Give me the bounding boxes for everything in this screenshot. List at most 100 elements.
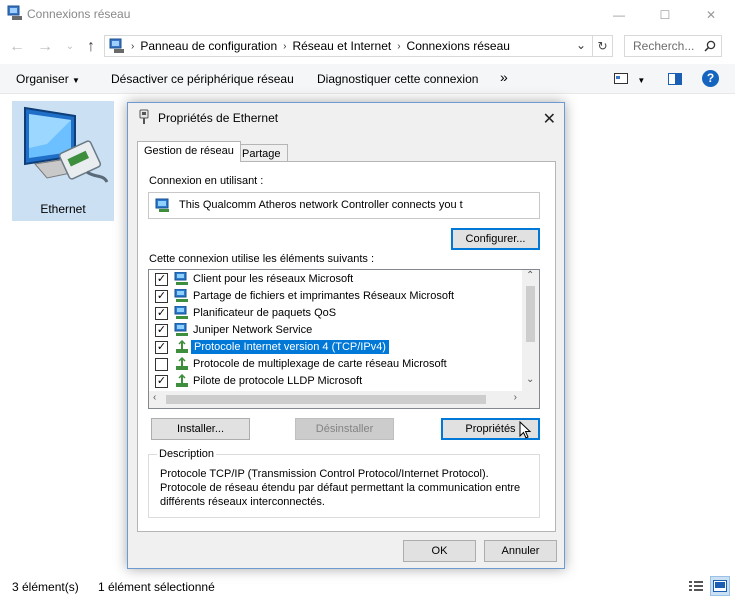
checkbox[interactable]: ✓	[155, 324, 168, 337]
change-view-button[interactable]: ▼	[614, 73, 645, 88]
close-window-button[interactable]: ✕	[688, 0, 734, 30]
back-arrow-icon[interactable]: ←	[9, 39, 25, 55]
help-button[interactable]: ?	[702, 70, 719, 87]
checkbox[interactable]	[155, 358, 168, 371]
network-adapter-icon	[155, 198, 169, 212]
minimize-icon: —	[613, 8, 625, 22]
breadcrumb-separator-icon: ›	[397, 40, 401, 52]
list-item-label: Partage de fichiers et imprimantes Résea…	[193, 290, 455, 302]
components-list[interactable]: ✓ Client pour les réseaux Microsoft ✓ Pa…	[148, 269, 540, 409]
protocol-icon	[176, 374, 188, 387]
scroll-down-icon[interactable]: ⌄	[526, 374, 534, 385]
description-text: Protocole TCP/IP (Transmission Control P…	[160, 468, 521, 508]
ethernet-adapter-icon	[24, 106, 109, 183]
scroll-right-icon[interactable]: ›	[514, 392, 517, 403]
refresh-icon[interactable]: ↻	[592, 36, 612, 56]
scroll-left-icon[interactable]: ‹	[153, 392, 156, 403]
list-item-selected[interactable]: ✓ Protocole Internet version 4 (TCP/IPv4…	[149, 339, 519, 356]
dialog-title: Propriétés de Ethernet	[158, 111, 279, 125]
close-icon: ✕	[542, 111, 556, 128]
cancel-button[interactable]: Annuler	[484, 540, 557, 562]
list-item-label: Planificateur de paquets QoS	[193, 307, 337, 319]
maximize-button[interactable]: ☐	[642, 0, 688, 30]
view-dropdown-arrow-icon: ▼	[637, 76, 646, 85]
recent-locations-chevron-icon[interactable]: ⌄	[62, 39, 78, 55]
help-icon: ?	[702, 70, 719, 87]
ethernet-plug-icon	[139, 109, 149, 124]
list-item[interactable]: ✓ Pilote de protocole LLDP Microsoft	[149, 373, 519, 390]
tab-networking[interactable]: Gestion de réseau	[137, 141, 241, 162]
maximize-icon: ☐	[659, 8, 671, 22]
scroll-thumb[interactable]	[526, 286, 535, 342]
uninstall-button[interactable]: Désinstaller	[295, 418, 394, 440]
checkbox[interactable]: ✓	[155, 375, 168, 388]
forward-arrow-icon[interactable]: →	[37, 39, 53, 55]
network-service-icon	[174, 306, 188, 319]
list-item-label: Client pour les réseaux Microsoft	[193, 273, 354, 285]
network-service-icon	[174, 323, 188, 336]
list-item-label: Protocole Internet version 4 (TCP/IPv4)	[191, 340, 389, 354]
item-count: 3 élément(s)	[12, 580, 79, 594]
protocol-icon	[176, 357, 188, 370]
window-title: Connexions réseau	[27, 7, 131, 21]
items-label: Cette connexion utilise les éléments sui…	[149, 253, 375, 265]
breadcrumb-network-connections[interactable]: Connexions réseau	[407, 39, 510, 53]
breadcrumb-separator-icon: ›	[131, 40, 135, 52]
search-input[interactable]: Recherch...	[624, 35, 722, 57]
checkbox[interactable]: ✓	[155, 341, 168, 354]
dropdown-arrow-icon: ▼	[72, 76, 80, 85]
diagnose-connection-button[interactable]: Diagnostiquer cette connexion	[317, 72, 478, 86]
tab-sharing[interactable]: Partage	[235, 144, 288, 162]
status-bar: 3 élément(s) 1 élément sélectionné	[0, 576, 735, 597]
disable-device-button[interactable]: Désactiver ce périphérique réseau	[111, 72, 294, 86]
dialog-close-button[interactable]: ✕	[543, 109, 556, 129]
details-view-button[interactable]	[688, 579, 704, 596]
preview-pane-icon	[668, 73, 682, 85]
preview-pane-button[interactable]	[668, 73, 682, 88]
window-titlebar: Connexions réseau — ☐ ✕	[0, 0, 735, 30]
list-item-label: Juniper Network Service	[193, 324, 313, 336]
list-item[interactable]: ✓ Planificateur de paquets QoS	[149, 305, 519, 322]
configure-button[interactable]: Configurer...	[451, 228, 540, 250]
large-icons-view-icon	[713, 580, 727, 592]
breadcrumb-separator-icon: ›	[283, 40, 287, 52]
ethernet-label: Ethernet	[40, 202, 86, 216]
protocol-icon	[176, 340, 188, 353]
adapter-name: This Qualcomm Atheros network Controller…	[179, 199, 463, 211]
checkbox[interactable]: ✓	[155, 273, 168, 286]
install-button[interactable]: Installer...	[151, 418, 250, 440]
mouse-cursor-icon	[519, 421, 532, 439]
large-icons-view-button[interactable]	[710, 576, 730, 596]
command-bar: Organiser ▼ Désactiver ce périphérique r…	[0, 64, 735, 94]
checkbox[interactable]: ✓	[155, 290, 168, 303]
network-connections-app-icon	[7, 5, 22, 20]
checkbox[interactable]: ✓	[155, 307, 168, 320]
ok-button[interactable]: OK	[403, 540, 476, 562]
list-vertical-scrollbar[interactable]: ⌃ ⌄	[522, 270, 539, 392]
list-item[interactable]: ✓ Client pour les réseaux Microsoft	[149, 271, 519, 288]
networking-tab-panel: Connexion en utilisant : This Qualcomm A…	[137, 161, 556, 532]
list-item[interactable]: ✓ Juniper Network Service	[149, 322, 519, 339]
details-view-icon	[689, 581, 703, 591]
list-horizontal-scrollbar[interactable]: ‹ ›	[149, 391, 539, 408]
up-arrow-icon[interactable]: ↑	[83, 39, 99, 55]
breadcrumb-network-internet[interactable]: Réseau et Internet	[292, 39, 391, 53]
list-item[interactable]: ✓ Partage de fichiers et imprimantes Rés…	[149, 288, 519, 305]
address-field[interactable]: › Panneau de configuration › Réseau et I…	[104, 35, 613, 57]
organize-menu[interactable]: Organiser ▼	[16, 72, 80, 86]
more-commands-button[interactable]: »	[500, 69, 508, 85]
list-item[interactable]: Protocole de multiplexage de carte résea…	[149, 356, 519, 373]
list-item-label: Protocole de multiplexage de carte résea…	[193, 358, 447, 370]
description-title: Description	[157, 448, 217, 460]
ethernet-connection-item[interactable]: Ethernet	[12, 101, 114, 221]
network-adapter-field: This Qualcomm Atheros network Controller…	[148, 192, 540, 219]
network-service-icon	[174, 289, 188, 302]
breadcrumb-control-panel[interactable]: Panneau de configuration	[140, 39, 277, 53]
minimize-button[interactable]: —	[596, 0, 642, 30]
scroll-up-icon[interactable]: ⌃	[526, 270, 534, 281]
list-item-label: Pilote de protocole LLDP Microsoft	[193, 375, 363, 387]
horizontal-scroll-thumb[interactable]	[166, 395, 486, 404]
search-placeholder: Recherch...	[633, 39, 695, 53]
network-client-icon	[174, 272, 188, 285]
address-dropdown-chevron-icon[interactable]: ⌄	[576, 38, 586, 52]
